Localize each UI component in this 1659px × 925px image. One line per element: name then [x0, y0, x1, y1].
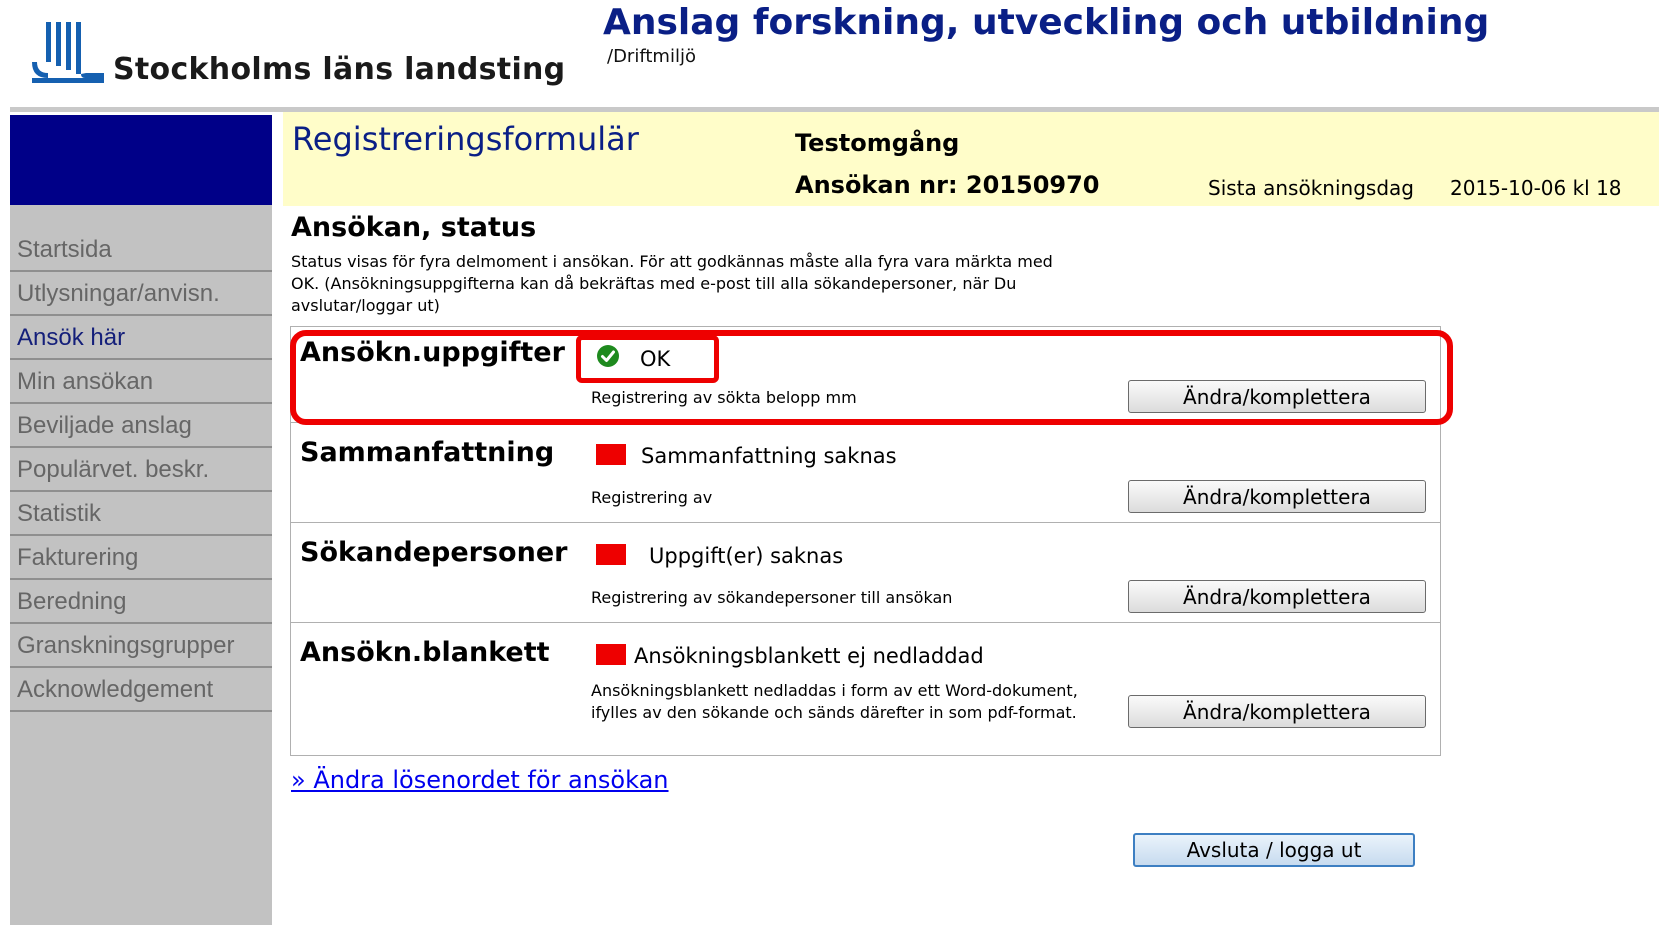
status-row-title: Sammanfattning: [300, 437, 555, 468]
form-title: Registreringsformulär: [292, 120, 639, 158]
section-title: Ansökan, status: [291, 212, 537, 243]
sidebar-item-acknowledgement[interactable]: Acknowledgement: [10, 668, 272, 712]
status-row-description: Ansökningsblankett nedladdas i form av e…: [591, 681, 1078, 722]
sidebar-item-fakturering[interactable]: Fakturering: [10, 536, 272, 580]
sidebar-item-statistik[interactable]: Statistik: [10, 492, 272, 536]
sidebar-item-utlysningar[interactable]: Utlysningar/anvisn.: [10, 272, 272, 316]
environment-label: /Driftmiljö: [607, 46, 696, 67]
sidebar-item-beviljade-anslag[interactable]: Beviljade anslag: [10, 404, 272, 448]
deadline-value: 2015-10-06 kl 18: [1450, 176, 1622, 200]
edit-button[interactable]: Ändra/komplettera: [1128, 580, 1426, 613]
status-row-description: Registrering av sökandepersoner till ans…: [591, 588, 953, 607]
edit-button[interactable]: Ändra/komplettera: [1128, 480, 1426, 513]
round-name: Testomgång: [795, 129, 960, 157]
row-divider: [291, 622, 1440, 623]
status-row-title: Sökandepersoner: [300, 537, 568, 568]
status-row-title: Ansökn.blankett: [300, 637, 550, 668]
sidebar-item-min-ansokan[interactable]: Min ansökan: [10, 360, 272, 404]
logo-text: Stockholms läns landsting: [113, 52, 566, 87]
red-square-icon: [596, 544, 626, 565]
red-square-icon: [596, 444, 626, 465]
sidebar-header-block: [10, 115, 272, 205]
change-password-link[interactable]: » Ändra lösenordet för ansökan: [291, 766, 669, 794]
status-text: Sammanfattning saknas: [641, 444, 897, 468]
sidebar-nav: Startsida Utlysningar/anvisn. Ansök här …: [10, 228, 272, 712]
logout-button[interactable]: Avsluta / logga ut: [1133, 833, 1415, 867]
sll-logo-icon: [32, 22, 104, 84]
row-divider: [291, 522, 1440, 523]
deadline-label: Sista ansökningsdag: [1208, 176, 1414, 200]
app-title: Anslag forskning, utveckling och utbildn…: [603, 2, 1490, 43]
edit-button[interactable]: Ändra/komplettera: [1128, 695, 1426, 728]
sidebar-item-popularvet[interactable]: Populärvet. beskr.: [10, 448, 272, 492]
sidebar-item-ansok-har[interactable]: Ansök här: [10, 316, 272, 360]
red-square-icon: [596, 644, 626, 665]
annotation-highlight-status: [576, 335, 719, 383]
status-intro-text: Status visas för fyra delmoment i ansöka…: [291, 252, 1053, 315]
annotation-highlight-row: [290, 330, 1453, 425]
sidebar-item-granskningsgrupper[interactable]: Granskningsgrupper: [10, 624, 272, 668]
status-text: Uppgift(er) saknas: [649, 544, 844, 568]
status-row-description: Registrering av: [591, 488, 713, 507]
status-text: Ansökningsblankett ej nedladdad: [634, 644, 984, 668]
sidebar-item-startsida[interactable]: Startsida: [10, 228, 272, 272]
sidebar-item-beredning[interactable]: Beredning: [10, 580, 272, 624]
application-number: Ansökan nr: 20150970: [795, 171, 1100, 199]
